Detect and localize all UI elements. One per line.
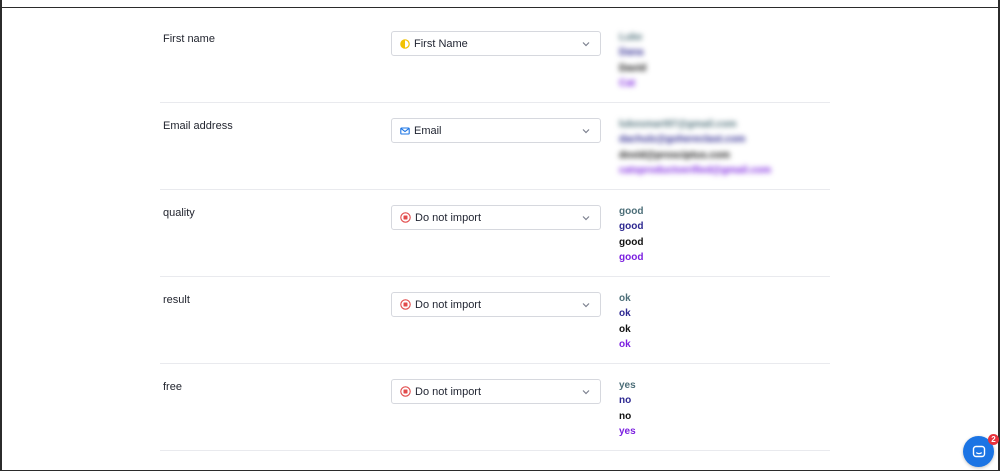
mapping-select-first-name[interactable]: First Name [391,31,601,56]
mapping-select-label: Do not import [415,211,482,224]
field-label: Email address [163,120,233,132]
sample-value: lukesmart97@gmail.com [619,119,737,130]
sample-value: yes [619,380,636,391]
sample-value: good [619,221,644,233]
sample-value: good [619,206,644,217]
field-label: free [163,381,182,393]
sample-values: ok ok ok ok [619,291,631,353]
sample-value: ok [619,323,631,335]
sample-value: ok [619,339,631,351]
sample-value: Luke [619,32,643,43]
mapping-row-first-name: First name First Name Luke Dana David Ca… [160,16,830,103]
sample-value: ok [619,308,631,320]
mapping-row-free: free Do not import yes no no yes [160,364,830,451]
sample-value: no [619,410,632,422]
sample-value: good [619,252,644,264]
envelope-icon [400,126,410,135]
mapping-row-email-address: Email address Email lukesmart97@gmail.co… [160,103,830,190]
sample-values: good good good good [619,204,643,266]
chevron-down-icon [582,390,590,395]
mapping-select-label: Do not import [415,385,482,398]
window-top-border [0,0,1000,8]
sample-value: catsproductverified@gmail.com [619,165,772,177]
sample-value: Cat [619,78,636,90]
sample-value: yes [619,426,636,438]
sample-value: Dana [619,47,644,59]
window-bottom-border [0,470,1000,474]
field-label: First name [163,33,215,45]
mapping-select-label: First Name [414,37,468,50]
field-label: quality [163,207,195,219]
sample-value: David [619,62,647,74]
chat-icon [972,445,985,457]
stop-icon [400,299,411,310]
sample-value: good [619,236,644,248]
mapping-select-label: Do not import [415,298,482,311]
sample-values: Luke Dana David Cat [619,30,646,92]
stop-icon [400,386,411,397]
stop-icon [400,212,411,223]
mapping-select-label: Email [414,124,442,137]
mapping-select-email[interactable]: Email [391,118,601,143]
mapping-select-result[interactable]: Do not import [391,292,601,317]
person-half-icon [400,38,410,49]
sample-value: dachulz@gohereclast.com [619,134,746,146]
sample-value: no [619,395,632,407]
chat-unread-badge: 2 [988,434,999,445]
mapping-row-result: result Do not import ok ok ok ok [160,277,830,364]
chevron-down-icon [582,42,590,47]
field-label: result [163,294,190,306]
mapping-select-free[interactable]: Do not import [391,379,601,404]
chevron-down-icon [582,129,590,134]
chevron-down-icon [582,216,590,221]
window-left-border [0,0,2,474]
mapping-row-quality: quality Do not import good good good goo… [160,190,830,277]
mapping-select-quality[interactable]: Do not import [391,205,601,230]
sample-values: yes no no yes [619,378,636,440]
column-mapping-table: First name First Name Luke Dana David Ca… [160,16,830,451]
sample-values: lukesmart97@gmail.com dachulz@gohereclas… [619,117,771,179]
chevron-down-icon [582,303,590,308]
sample-value: dovid@prosciptus.com [619,149,730,161]
sample-value: ok [619,293,631,304]
